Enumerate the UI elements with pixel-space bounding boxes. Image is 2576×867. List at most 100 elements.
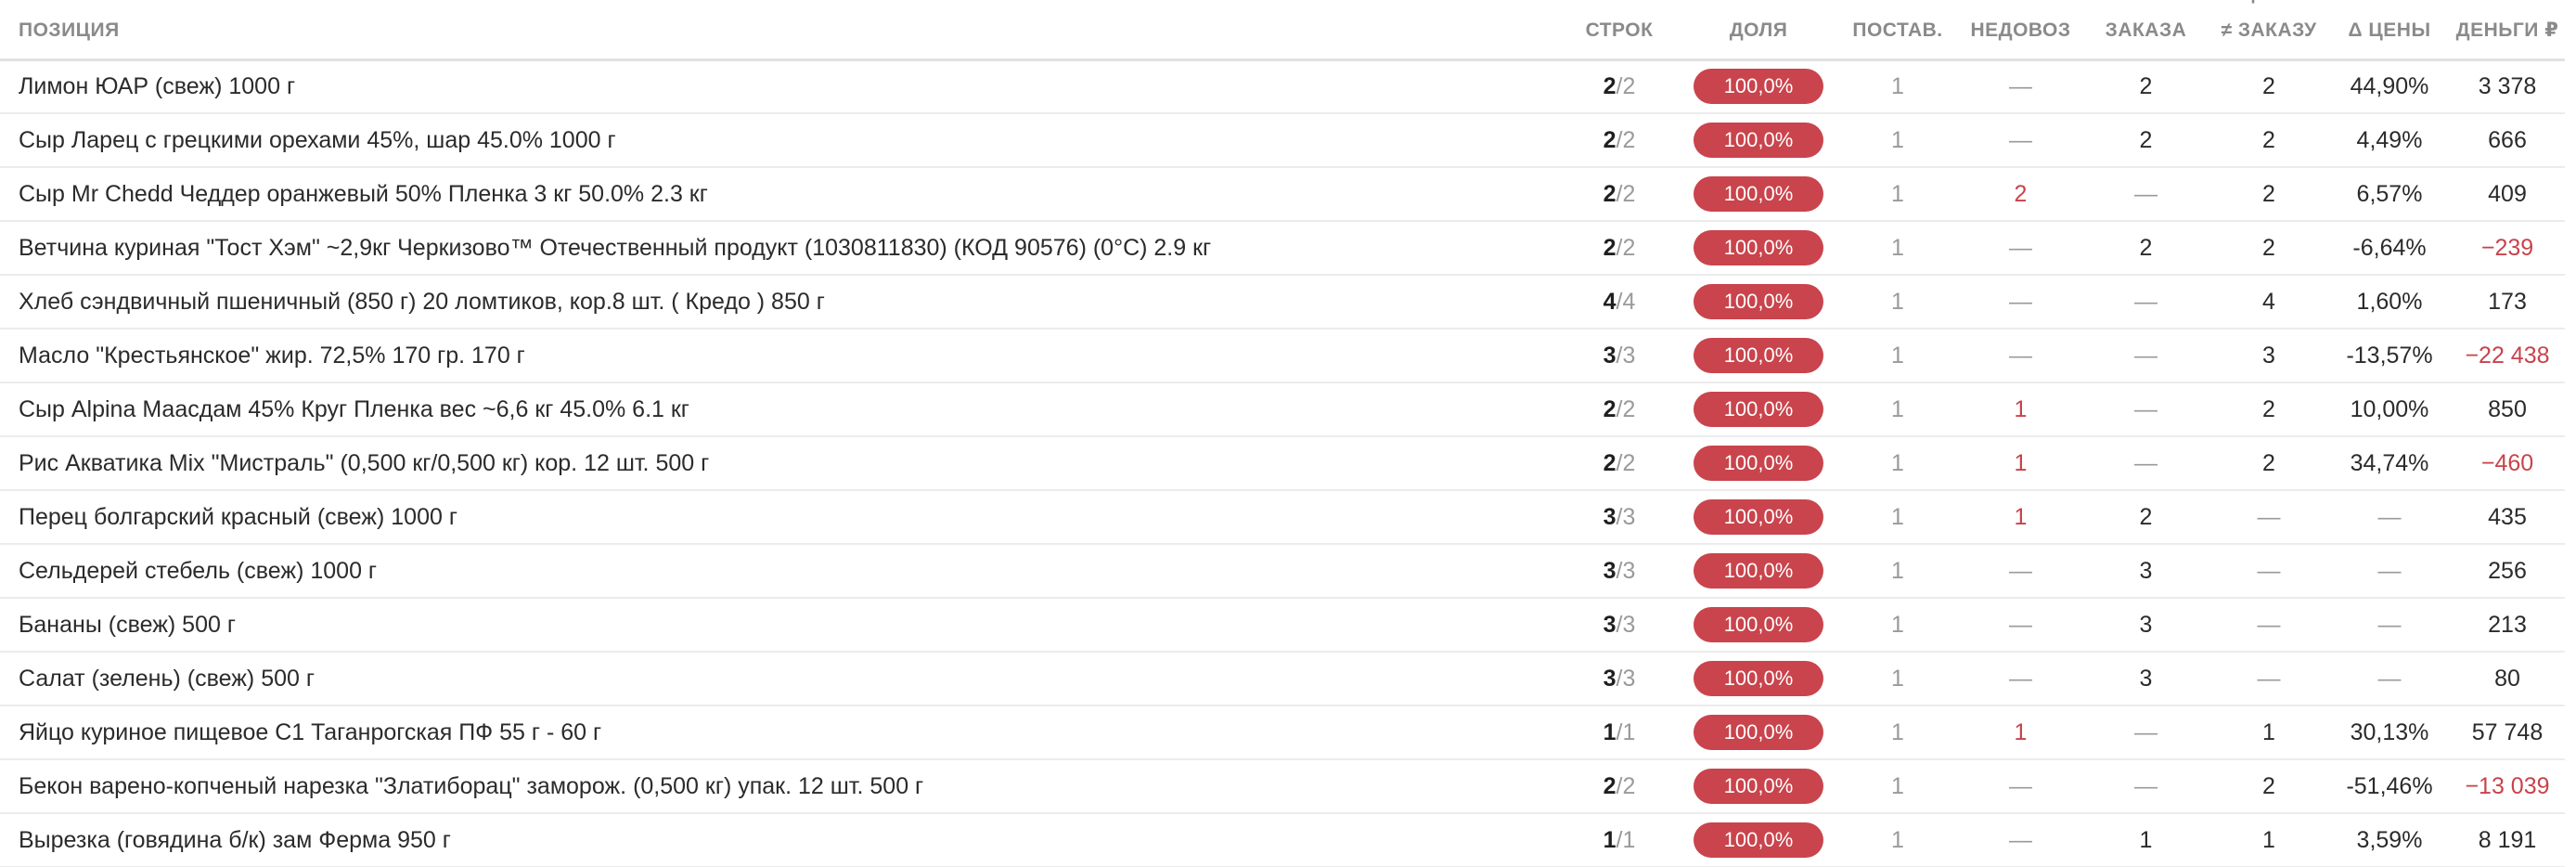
cell-lines-count: 3 xyxy=(1603,503,1616,530)
cell-position-name[interactable]: Вырезка (говядина б/к) зам Ферма 950 г xyxy=(0,813,1559,867)
table-row[interactable]: Лимон ЮАР (свеж) 1000 г 2/2 100,0% 1—2 2 44,9… xyxy=(0,59,2565,113)
cell-lines-total: /3 xyxy=(1616,611,1636,638)
table-row[interactable]: Сыр Alpina Маасдам 45% Круг Пленка вес ~… xyxy=(0,382,2565,436)
cell-price-not-order: 2 xyxy=(2262,395,2275,422)
cell-lines: 2/2 xyxy=(1559,167,1680,221)
column-header-money[interactable]: ДЕНЬГИ ₽ xyxy=(2450,0,2565,61)
cell-position-name[interactable]: Салат (зелень) (свеж) 500 г xyxy=(0,652,1559,705)
table-row[interactable]: Вырезка (говядина б/к) зам Ферма 950 г 1/… xyxy=(0,813,2565,867)
cell-lines: 4/4 xyxy=(1559,275,1680,329)
table-row[interactable]: Яйцо куриное пищевое С1 Таганрогская ПФ … xyxy=(0,705,2565,759)
cell-money: 80 xyxy=(2494,665,2520,692)
cell-price-not-order: 2 xyxy=(2262,72,2275,99)
cell-money: 256 xyxy=(2488,557,2527,584)
cell-position-name[interactable]: Сельдерей стебель (свеж) 1000 г xyxy=(0,544,1559,598)
cell-price-delta: 30,13% xyxy=(2350,718,2429,745)
cell-position-name[interactable]: Хлеб сэндвичный пшеничный (850 г) 20 лом… xyxy=(0,275,1559,329)
share-badge: 100,0% xyxy=(1694,499,1823,535)
cell-lines-count: 3 xyxy=(1603,557,1616,584)
cell-share: 100,0% xyxy=(1680,544,1837,598)
cell-over-order: 2 xyxy=(2139,234,2153,261)
cell-lines: 3/3 xyxy=(1559,490,1680,544)
table-row[interactable]: Сыр Ларец с грецкими орехами 45%, шар 45… xyxy=(0,113,2565,167)
cell-over-order: — xyxy=(2134,395,2157,422)
cell-position-name[interactable]: Сыр Alpina Маасдам 45% Круг Пленка вес ~… xyxy=(0,382,1559,436)
cell-lines-count: 1 xyxy=(1603,826,1616,853)
cell-over-order: 2 xyxy=(2139,503,2153,530)
cell-lines-count: 2 xyxy=(1603,180,1616,207)
cell-position-name[interactable]: Бекон варено-копченый нарезка "Златибора… xyxy=(0,759,1559,813)
share-badge: 100,0% xyxy=(1694,176,1823,212)
cell-lines: 3/3 xyxy=(1559,329,1680,382)
cell-suppliers: 1 xyxy=(1891,234,1904,261)
cell-lines-total: /2 xyxy=(1616,126,1636,153)
column-header-over-order-line2: ЗАКАЗА xyxy=(2105,19,2187,41)
cell-price-delta: 4,49% xyxy=(2356,126,2423,153)
cell-lines-count: 3 xyxy=(1603,611,1616,638)
column-header-over-order[interactable]: БОЛЬШЕ ЗАКАЗА xyxy=(2083,0,2209,61)
cell-position-name[interactable]: Масло "Крестьянское" жир. 72,5% 170 гр. … xyxy=(0,329,1559,382)
cell-price-not-order: 2 xyxy=(2262,449,2275,476)
cell-price-delta: — xyxy=(2377,557,2402,584)
cell-short: — xyxy=(2009,288,2032,315)
cell-over-order: 1 xyxy=(2139,826,2153,853)
cell-lines-total: /1 xyxy=(1616,826,1636,853)
cell-position-name[interactable]: Сыр Mr Chedd Чеддер оранжевый 50% Пленка… xyxy=(0,167,1559,221)
cell-price-delta: -51,46% xyxy=(2346,772,2433,799)
cell-share: 100,0% xyxy=(1680,329,1837,382)
column-header-price-not-order[interactable]: ЦЕНА ≠ ЗАКАЗУ xyxy=(2209,0,2329,61)
cell-position-name[interactable]: Яйцо куриное пищевое С1 Таганрогская ПФ … xyxy=(0,705,1559,759)
column-header-suppliers[interactable]: ПОСТАВ. xyxy=(1837,0,1958,61)
cell-short: — xyxy=(2009,557,2032,584)
table-row[interactable]: Сыр Mr Chedd Чеддер оранжевый 50% Пленка… xyxy=(0,167,2565,221)
column-header-price-delta[interactable]: Δ ЦЕНЫ xyxy=(2329,0,2450,61)
cell-lines-total: /2 xyxy=(1616,772,1636,799)
column-header-short[interactable]: НЕДОВОЗ xyxy=(1958,0,2083,61)
table-row[interactable]: Бананы (свеж) 500 г 3/3 100,0% 1—3— —213 xyxy=(0,598,2565,652)
cell-short: — xyxy=(2009,772,2032,799)
cell-short: — xyxy=(2009,72,2032,99)
table-row[interactable]: Салат (зелень) (свеж) 500 г 3/3 100,0% 1—3—… xyxy=(0,652,2565,705)
column-header-lines[interactable]: СТРОК xyxy=(1559,0,1680,61)
cell-share: 100,0% xyxy=(1680,813,1837,867)
cell-position-name[interactable]: Перец болгарский красный (свеж) 1000 г xyxy=(0,490,1559,544)
cell-short: 1 xyxy=(2014,395,2028,422)
cell-price-not-order: 2 xyxy=(2262,234,2275,261)
cell-money: −239 xyxy=(2480,234,2534,261)
cell-price-not-order: 1 xyxy=(2262,718,2275,745)
table-row[interactable]: Рис Акватика Mix "Мистраль" (0,500 кг/0,… xyxy=(0,436,2565,490)
cell-lines: 1/1 xyxy=(1559,813,1680,867)
cell-short: 2 xyxy=(2014,180,2028,207)
cell-position-name[interactable]: Рис Акватика Mix "Мистраль" (0,500 кг/0,… xyxy=(0,436,1559,490)
cell-over-order: — xyxy=(2134,288,2157,315)
cell-lines-count: 2 xyxy=(1603,449,1616,476)
column-header-share[interactable]: ДОЛЯ xyxy=(1680,0,1837,61)
cell-position-name[interactable]: Сыр Ларец с грецкими орехами 45%, шар 45… xyxy=(0,113,1559,167)
cell-short: — xyxy=(2009,126,2032,153)
cell-lines-count: 3 xyxy=(1603,342,1616,369)
cell-position-name[interactable]: Бананы (свеж) 500 г xyxy=(0,598,1559,652)
cell-lines: 3/3 xyxy=(1559,598,1680,652)
cell-price-delta: 34,74% xyxy=(2350,449,2429,476)
share-badge: 100,0% xyxy=(1694,123,1823,158)
table-row[interactable]: Хлеб сэндвичный пшеничный (850 г) 20 лом… xyxy=(0,275,2565,329)
share-badge: 100,0% xyxy=(1694,769,1823,804)
cell-lines-count: 2 xyxy=(1603,72,1616,99)
cell-position-name[interactable]: Ветчина куриная "Тост Хэм" ~2,9кг Черкиз… xyxy=(0,221,1559,275)
cell-price-not-order: 2 xyxy=(2262,772,2275,799)
cell-suppliers: 1 xyxy=(1891,557,1904,584)
column-header-position[interactable]: ПОЗИЦИЯ xyxy=(0,0,1559,61)
cell-over-order: — xyxy=(2134,449,2157,476)
table-row[interactable]: Ветчина куриная "Тост Хэм" ~2,9кг Черкиз… xyxy=(0,221,2565,275)
cell-price-delta: 6,57% xyxy=(2356,180,2423,207)
table-row[interactable]: Масло "Крестьянское" жир. 72,5% 170 гр. … xyxy=(0,329,2565,382)
cell-price-delta: -6,64% xyxy=(2352,234,2427,261)
cell-position-name[interactable]: Лимон ЮАР (свеж) 1000 г xyxy=(0,59,1559,113)
table-row[interactable]: Перец болгарский красный (свеж) 1000 г 3/… xyxy=(0,490,2565,544)
cell-lines-count: 2 xyxy=(1603,772,1616,799)
table-row[interactable]: Бекон варено-копченый нарезка "Златибора… xyxy=(0,759,2565,813)
cell-share: 100,0% xyxy=(1680,59,1837,113)
cell-share: 100,0% xyxy=(1680,382,1837,436)
cell-short: — xyxy=(2009,234,2032,261)
table-row[interactable]: Сельдерей стебель (свеж) 1000 г 3/3 100,0%… xyxy=(0,544,2565,598)
